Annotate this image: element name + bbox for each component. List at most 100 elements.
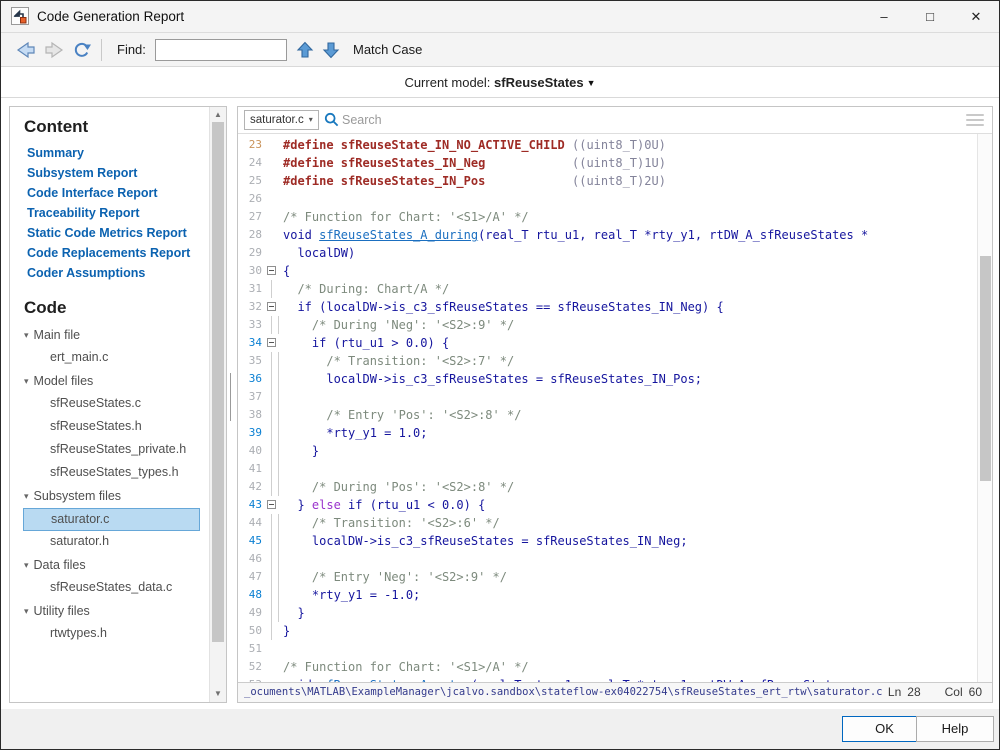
code-scrollbar-thumb[interactable]	[980, 256, 991, 481]
content-link-summary[interactable]: Summary	[27, 143, 209, 163]
ln-value: 28	[907, 685, 920, 699]
fold-gutter	[265, 424, 283, 442]
find-previous-icon[interactable]	[295, 40, 315, 60]
code-generation-report-window: Code Generation Report – □ ✕ Find: Match…	[0, 0, 1000, 750]
maximize-button[interactable]: □	[907, 1, 953, 32]
tree-collapse-icon[interactable]: ▾	[24, 330, 29, 340]
tree-collapse-icon[interactable]: ▾	[24, 606, 29, 616]
code-line-25: 25 #define sfReuseStates_IN_Pos ((uint8_T…	[238, 172, 977, 190]
search-input[interactable]	[342, 110, 642, 130]
cursor-position: Ln28Col60	[882, 683, 982, 702]
code-line-24: 24#define sfReuseStates_IN_Neg ((uint8_T…	[238, 154, 977, 172]
ok-button[interactable]: OK	[842, 716, 927, 742]
content-link-coder-assumptions[interactable]: Coder Assumptions	[27, 263, 209, 283]
line-number: 36	[238, 370, 265, 388]
tree-group-utility-files[interactable]: ▾Utility files	[10, 600, 209, 623]
code-scrollbar[interactable]	[977, 134, 992, 682]
line-number: 43	[238, 496, 265, 514]
tree-item-rtwtypes-h[interactable]: rtwtypes.h	[10, 623, 209, 646]
line-number: 29	[238, 244, 265, 262]
tree-item-sfreusestates-types-h[interactable]: sfReuseStates_types.h	[10, 462, 209, 485]
line-number: 24	[238, 154, 265, 172]
find-next-icon[interactable]	[321, 40, 341, 60]
help-button[interactable]: Help	[916, 716, 994, 742]
line-number: 30	[238, 262, 265, 280]
tree-group-model-files[interactable]: ▾Model files	[10, 370, 209, 393]
code-line-43: 43 } else if (rtu_u1 < 0.0) {	[238, 496, 977, 514]
tree-collapse-icon[interactable]: ▾	[24, 376, 29, 386]
forward-icon[interactable]	[43, 40, 65, 60]
model-dropdown-icon[interactable]: ▼	[587, 78, 596, 88]
code-heading: Code	[24, 298, 209, 318]
line-number: 40	[238, 442, 265, 460]
content-link-code-replacements-report[interactable]: Code Replacements Report	[27, 243, 209, 263]
fold-gutter	[265, 208, 283, 226]
line-number: 52	[238, 658, 265, 676]
tree-item-saturator-c[interactable]: saturator.c	[23, 508, 200, 531]
code-line-46: 46	[238, 550, 977, 568]
tree-item-sfreusestates-private-h[interactable]: sfReuseStates_private.h	[10, 439, 209, 462]
content-link-traceability-report[interactable]: Traceability Report	[27, 203, 209, 223]
line-number: 44	[238, 514, 265, 532]
fold-gutter	[265, 352, 283, 370]
code-line-42: 42 /* During 'Pos': '<S2>:8' */	[238, 478, 977, 496]
code-line-29: 29 localDW)	[238, 244, 977, 262]
tree-item-sfreusestates-c[interactable]: sfReuseStates.c	[10, 393, 209, 416]
find-input[interactable]	[155, 39, 287, 61]
fold-gutter	[265, 406, 283, 424]
fold-gutter	[265, 172, 283, 190]
minimize-button[interactable]: –	[861, 1, 907, 32]
code-text: localDW)	[283, 244, 355, 262]
code-line-34: 34 if (rtu_u1 > 0.0) {	[238, 334, 977, 352]
code-text: }	[283, 604, 305, 622]
code-text: #define sfReuseStates_IN_Pos ((uint8_T)2…	[283, 172, 666, 190]
tree-collapse-icon[interactable]: ▾	[24, 560, 29, 570]
fold-gutter	[265, 262, 283, 280]
line-number: 42	[238, 478, 265, 496]
code-text: /* During 'Pos': '<S2>:8' */	[283, 478, 514, 496]
tree-group-subsystem-files[interactable]: ▾Subsystem files	[10, 485, 209, 508]
sidebar-scrollbar[interactable]: ▲ ▼	[209, 107, 226, 702]
file-selector-dropdown[interactable]: saturator.c▾	[244, 110, 319, 130]
line-number: 25	[238, 172, 265, 190]
tree-item-sfreusestates-data-c[interactable]: sfReuseStates_data.c	[10, 577, 209, 600]
footer: OK Help	[1, 709, 999, 749]
content-heading: Content	[24, 117, 209, 137]
content-link-static-code-metrics-report[interactable]: Static Code Metrics Report	[27, 223, 209, 243]
fold-collapse-icon[interactable]	[267, 266, 276, 275]
fold-gutter	[265, 586, 283, 604]
fold-gutter	[265, 316, 283, 334]
function-link[interactable]: sfReuseStates_A_during	[319, 228, 478, 242]
menu-icon[interactable]	[966, 114, 984, 127]
tree-item-sfreusestates-h[interactable]: sfReuseStates.h	[10, 416, 209, 439]
scroll-down-icon[interactable]: ▼	[210, 687, 226, 701]
back-icon[interactable]	[15, 40, 37, 60]
line-number: 37	[238, 388, 265, 406]
current-model-name[interactable]: sfReuseStates	[494, 75, 584, 90]
line-number: 51	[238, 640, 265, 658]
tree-item-ert-main-c[interactable]: ert_main.c	[10, 347, 209, 370]
code-line-32: 32 if (localDW->is_c3_sfReuseStates == s…	[238, 298, 977, 316]
fold-gutter	[265, 370, 283, 388]
code-text: /* Entry 'Neg': '<S2>:9' */	[283, 568, 507, 586]
line-number: 35	[238, 352, 265, 370]
fold-collapse-icon[interactable]	[267, 500, 276, 509]
close-button[interactable]: ✕	[953, 1, 999, 32]
refresh-icon[interactable]	[71, 40, 93, 60]
match-case-label[interactable]: Match Case	[353, 33, 422, 67]
fold-gutter	[265, 226, 283, 244]
code-line-33: 33 /* During 'Neg': '<S2>:9' */	[238, 316, 977, 334]
fold-collapse-icon[interactable]	[267, 338, 276, 347]
scroll-up-icon[interactable]: ▲	[210, 108, 226, 122]
code-line-40: 40 }	[238, 442, 977, 460]
tree-group-main-file[interactable]: ▾Main file	[10, 324, 209, 347]
content-link-subsystem-report[interactable]: Subsystem Report	[27, 163, 209, 183]
tree-group-data-files[interactable]: ▾Data files	[10, 554, 209, 577]
sidebar-scrollbar-thumb[interactable]	[212, 122, 224, 642]
tree-collapse-icon[interactable]: ▾	[24, 491, 29, 501]
code-text: *rty_y1 = 1.0;	[283, 424, 428, 442]
tree-item-saturator-h[interactable]: saturator.h	[10, 531, 209, 554]
fold-collapse-icon[interactable]	[267, 302, 276, 311]
content-link-code-interface-report[interactable]: Code Interface Report	[27, 183, 209, 203]
panel-splitter[interactable]	[230, 373, 231, 421]
